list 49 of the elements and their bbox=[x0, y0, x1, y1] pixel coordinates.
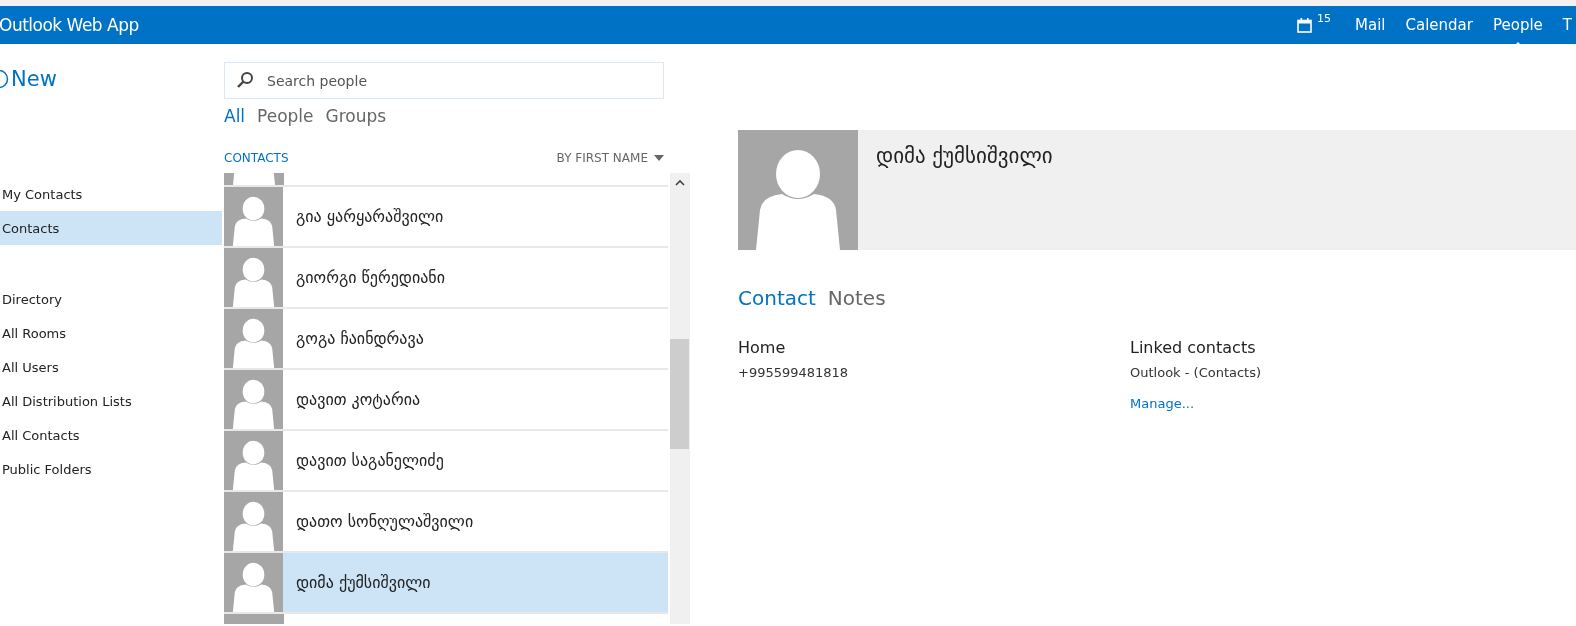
scrollbar[interactable] bbox=[670, 173, 690, 624]
phone-number: +995599481818 bbox=[738, 365, 850, 380]
calendar-icon[interactable] bbox=[1297, 17, 1313, 33]
contact-name: დათო სონღულაშვილი bbox=[296, 512, 474, 531]
field-label: Home bbox=[738, 338, 787, 357]
scroll-thumb[interactable] bbox=[670, 339, 689, 449]
contact-name: გოგა ჩაინდრავა bbox=[296, 329, 424, 348]
contact-name: გია ყარყარაშვილი bbox=[296, 207, 444, 226]
contact-name: გიორგი წერედიანი bbox=[296, 268, 445, 287]
sidebar-item[interactable]: All Rooms bbox=[0, 316, 222, 350]
nav-link[interactable]: T bbox=[1562, 15, 1572, 35]
contact-row[interactable]: დათო სონღულაშვილი bbox=[224, 492, 668, 553]
contact-row[interactable]: დავით კოტარია bbox=[224, 370, 668, 431]
new-button[interactable]: New bbox=[0, 67, 57, 91]
filter-tab[interactable]: All bbox=[224, 106, 246, 126]
linked-source: Outlook - (Contacts) bbox=[1130, 365, 1263, 380]
contact-row[interactable]: დავით საგანელიძე bbox=[224, 431, 668, 492]
nav-link[interactable]: People bbox=[1493, 15, 1543, 35]
detail-tab[interactable]: Contact bbox=[738, 286, 816, 310]
sidebar-item[interactable]: My Contacts bbox=[0, 177, 222, 211]
nav-link[interactable]: Calendar bbox=[1405, 15, 1473, 35]
sidebar-item[interactable]: All Distribution Lists bbox=[0, 384, 222, 418]
contact-row[interactable]: გიორგი წერედიანი bbox=[224, 248, 668, 309]
contact-name: დავით კოტარია bbox=[296, 390, 421, 409]
contact-row[interactable]: დიმა ქუმსიშვილი bbox=[224, 553, 668, 614]
contact-row[interactable]: გოგა ჩაინდრავა bbox=[224, 309, 668, 370]
search-field[interactable]: Search people bbox=[224, 62, 664, 99]
app-title: Outlook Web App bbox=[0, 15, 140, 35]
nav-link[interactable]: Mail bbox=[1355, 15, 1386, 35]
manage-link[interactable]: Manage... bbox=[1130, 396, 1522, 411]
caret-icon bbox=[654, 155, 664, 161]
calendar-count: 15 bbox=[1317, 11, 1332, 25]
sidebar-item[interactable]: Contacts bbox=[0, 211, 222, 245]
sidebar-item[interactable]: All Users bbox=[0, 350, 222, 384]
detail-tab[interactable]: Notes bbox=[827, 286, 886, 310]
field-label: Linked contacts bbox=[1130, 338, 1257, 357]
filter-tab[interactable]: Groups bbox=[325, 106, 387, 126]
sort-button[interactable]: BY FIRST NAME bbox=[556, 151, 664, 165]
sidebar-item[interactable]: Directory bbox=[0, 282, 222, 316]
search-icon bbox=[236, 71, 254, 89]
chevron-up-icon[interactable] bbox=[675, 179, 685, 186]
contact-row[interactable]: გია ყარყარაშვილი bbox=[224, 187, 668, 248]
contact-name: დიმა ქუმსიშვილი bbox=[296, 573, 431, 592]
contact-title: დიმა ქუმსიშვილი bbox=[876, 144, 1053, 170]
filter-tab[interactable]: People bbox=[257, 106, 314, 126]
sidebar-item[interactable]: All Contacts bbox=[0, 418, 222, 452]
list-title: CONTACTS bbox=[224, 151, 289, 165]
contact-name: დავით საგანელიძე bbox=[296, 451, 444, 470]
sidebar-item[interactable]: Public Folders bbox=[0, 452, 222, 486]
